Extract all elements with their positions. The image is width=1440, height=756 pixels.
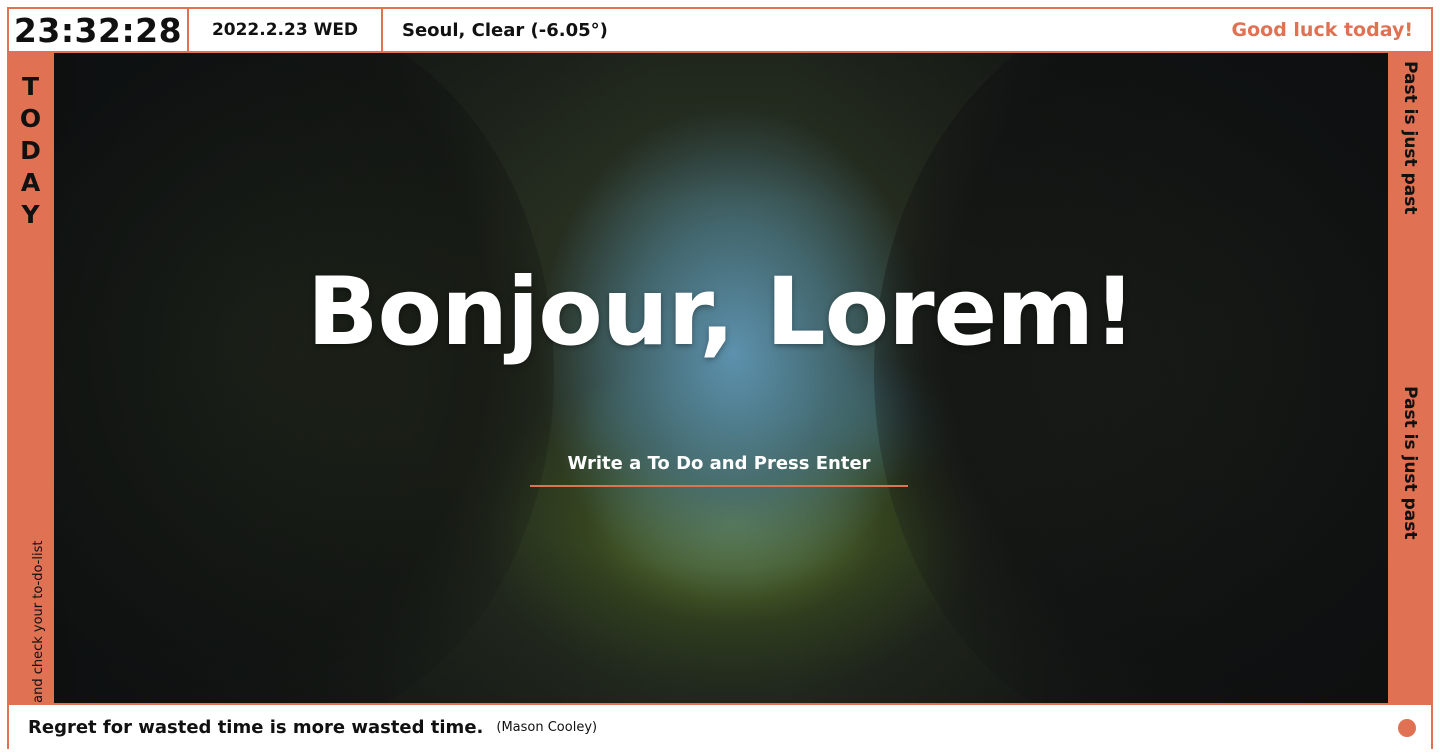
today-letter: T [21,72,40,101]
today-letter: D [20,136,41,165]
past-text-top: Past is just past [1400,61,1420,215]
motto-text: Good luck today! [1231,19,1414,41]
quote-author: (Mason Cooley) [496,719,598,735]
today-letter: Y [21,200,40,229]
date-display: 2022.2.23 WED [189,9,383,51]
past-text-bottom: Past is just past [1400,386,1420,540]
vignette-overlay [54,53,1388,703]
todo-sidebar[interactable]: T O D A Y Click and check your to-do-lis… [9,53,54,738]
today-letter: A [20,168,41,197]
clock: 23:32:28 [9,9,189,51]
footer-bar: Regret for wasted time is more wasted ti… [9,703,1431,749]
circle-dot-icon[interactable] [1398,719,1416,737]
today-title: T O D A Y [9,71,52,231]
right-sidebar: Past is just past Past is just past [1388,53,1431,703]
background-photo: Bonjour, Lorem! [54,53,1388,703]
quote-text: Regret for wasted time is more wasted ti… [28,716,484,738]
greeting-title: Bonjour, Lorem! [306,258,1136,367]
header-bar: 23:32:28 2022.2.23 WED Seoul, Clear (-6.… [9,9,1431,53]
todo-input[interactable] [530,441,908,487]
today-letter: O [19,104,42,133]
weather-display: Seoul, Clear (-6.05°) [402,19,608,41]
